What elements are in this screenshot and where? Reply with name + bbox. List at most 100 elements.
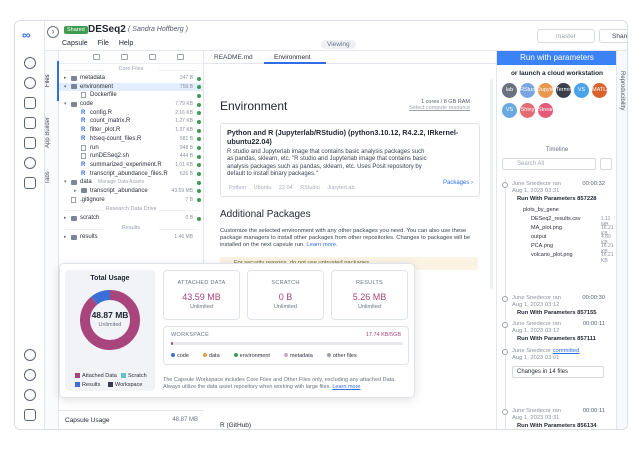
tree-row[interactable]: ▸ transcript_abundance 43.59 MB <box>59 187 203 196</box>
event-date: Aug 1, 2023 03:31 <box>512 188 560 194</box>
timeline-marker-icon <box>502 349 508 355</box>
add-folder-icon[interactable] <box>121 54 128 60</box>
workspace-learn-more-link[interactable]: Learn more <box>332 384 360 390</box>
pipelines-icon[interactable] <box>24 97 36 109</box>
apps-grid-icon[interactable] <box>24 177 36 189</box>
menu-file[interactable]: File <box>98 40 109 47</box>
reproducibility-tab[interactable]: Reproducibility <box>616 51 627 429</box>
add-icon[interactable] <box>24 57 36 69</box>
environment-card[interactable]: Python and R (Jupyterlab/RStudio) (pytho… <box>220 123 480 197</box>
tab-app-builder[interactable]: App Builder <box>45 107 59 157</box>
workstation-app-jupyter[interactable]: Jupyter <box>538 83 556 98</box>
tree-row-label: summarized_experiment.R <box>90 161 162 168</box>
tree-row[interactable]: ▾ environment 759 B <box>59 82 203 92</box>
select-resource-link[interactable]: Select compute resource <box>409 105 470 111</box>
result-file[interactable]: output 4.89 KB <box>531 234 611 246</box>
models-icon[interactable] <box>24 157 36 169</box>
tree-rows: ▸ metadata 247 B ▾ environment 759 B Dockerfil… <box>59 74 203 204</box>
workstation-app-lab[interactable]: lab <box>502 83 517 98</box>
collapse-icon[interactable]: › <box>47 26 59 38</box>
commit-link[interactable]: committed <box>553 348 580 354</box>
tree-row-scratch[interactable]: ▸ scratch 0 B <box>59 214 203 223</box>
shared-badge: Shared <box>64 26 88 34</box>
tree-row[interactable]: .gitignore 7 B <box>59 196 203 205</box>
upload-icon[interactable] <box>149 54 156 60</box>
workstation-app-vs[interactable]: VS <box>502 103 517 118</box>
tree-row-size: 626 B <box>179 170 193 177</box>
tree-row-size: 1.27 KB <box>175 118 193 125</box>
share-button[interactable]: Share <box>599 29 627 43</box>
tree-row-size: 1.01 KB <box>175 161 193 168</box>
r-github-section[interactable]: R (GitHub) <box>220 422 251 429</box>
menu-capsule[interactable]: Capsule <box>62 40 88 47</box>
capsule-owner: ( Sandra Hoffberg ) <box>128 26 188 33</box>
workstation-app-streamlit[interactable]: Streamlit <box>538 103 560 118</box>
result-file[interactable]: PCA.png 16.21 KB <box>531 243 614 255</box>
chevron-down-icon: ▾ <box>64 179 67 186</box>
capsule-usage-value: 48.87 MB <box>172 417 198 423</box>
run-label[interactable]: Run With Parameters 857155 <box>517 310 597 317</box>
status-dot <box>197 76 201 81</box>
run-label[interactable]: Run With Parameters 857228 <box>517 196 597 203</box>
scratch-card: SCRATCH 0 B Unlimited <box>247 270 324 320</box>
tree-row[interactable]: Rfilter_plot.R 1.37 KB <box>59 126 203 135</box>
total-usage-value: 48.87 MB <box>91 310 129 320</box>
event-duration: 00:00:30 <box>582 295 605 301</box>
tab-environment[interactable]: Environment <box>264 51 326 64</box>
tree-row[interactable]: Rconfig.R 2.16 KB <box>59 109 203 118</box>
result-file[interactable]: DESeq2_results.csv 1.11 MB <box>531 216 610 228</box>
help-icon[interactable] <box>24 389 36 401</box>
status-dot <box>197 198 201 203</box>
tree-row[interactable]: Rcount_matrix.R 1.27 KB <box>59 117 203 126</box>
workspace-legend-item: data <box>202 353 227 359</box>
tree-row[interactable]: ▾ data Manage Data Assets <box>59 178 203 187</box>
gear-icon[interactable] <box>24 349 36 361</box>
result-file[interactable]: volcano_plot.png 16.21 KB <box>531 252 614 264</box>
logout-icon[interactable] <box>24 409 36 421</box>
branch-selector[interactable]: master <box>537 29 595 43</box>
tree-row[interactable]: ▸ metadata 247 B <box>59 74 203 83</box>
add-file-icon[interactable] <box>93 54 100 60</box>
capsule-usage-bar[interactable]: Capsule Usage 48.87 MB <box>59 410 204 429</box>
folder-icon[interactable] <box>24 137 36 149</box>
workstation-app-vs-code[interactable]: VS Code <box>574 83 589 108</box>
result-file-name: DESeq2_results.csv <box>531 216 581 222</box>
filter-icon[interactable] <box>600 158 612 170</box>
user-icon[interactable] <box>24 369 36 381</box>
database-icon[interactable] <box>24 117 36 129</box>
tree-row[interactable]: Rhtseq-count_files.R 581 B <box>59 135 203 144</box>
menu-help[interactable]: Help <box>119 40 133 47</box>
tab-tabs[interactable]: Tabs <box>45 163 59 193</box>
explore-icon[interactable] <box>24 77 36 89</box>
workstation-app-shiny[interactable]: Shiny <box>520 103 535 118</box>
tree-row[interactable]: runDESeq2.sh 444 B <box>59 152 203 161</box>
run-label[interactable]: Run With Parameters 857111 <box>517 336 596 343</box>
delete-icon[interactable] <box>177 54 184 60</box>
timeline-search-input[interactable]: Search All <box>502 158 596 170</box>
event-author: June Snedecor ran <box>512 321 561 328</box>
tab-files[interactable]: Files <box>45 61 59 101</box>
run-with-parameters-button[interactable]: Run with parameters <box>497 51 617 65</box>
packages-link[interactable]: Packages › <box>443 180 473 186</box>
result-file-name: volcano_plot.png <box>531 252 573 258</box>
result-file[interactable]: plots_by_gene <box>523 207 559 213</box>
tree-row[interactable]: Rtranscript_abundance_files.R 626 B <box>59 170 203 179</box>
legend-swatch <box>75 373 80 378</box>
app-logo-icon[interactable]: ∞ <box>22 29 38 41</box>
changes-button[interactable]: Changes in 14 files <box>512 366 604 378</box>
tree-row-results[interactable]: ▸ results 1.46 MB <box>59 233 203 242</box>
tree-row-size: 1.46 MB <box>174 234 193 240</box>
tree-row[interactable]: Rsummarized_experiment.R 1.01 KB <box>59 161 203 170</box>
manage-data-assets-link[interactable]: Manage Data Assets <box>98 178 144 187</box>
tree-row[interactable]: Dockerfile <box>59 91 203 100</box>
result-file[interactable]: MA_plot.png 16.21 KB <box>531 225 614 237</box>
tab-readme[interactable]: README.md <box>204 51 264 64</box>
workstation-app-terminal[interactable]: Terminal <box>556 83 577 98</box>
run-label[interactable]: Run With Parameters 856134 <box>517 423 597 429</box>
workstation-app-matlab[interactable]: MATLAB <box>592 83 614 98</box>
editor-scrollbar[interactable] <box>490 79 493 289</box>
tree-row[interactable]: run 948 B <box>59 144 203 153</box>
tree-row[interactable]: ▾ code 7.79 KB <box>59 100 203 109</box>
learn-more-link[interactable]: Learn more. <box>306 242 337 248</box>
workstation-app-rstudio[interactable]: RStudio <box>520 83 540 98</box>
